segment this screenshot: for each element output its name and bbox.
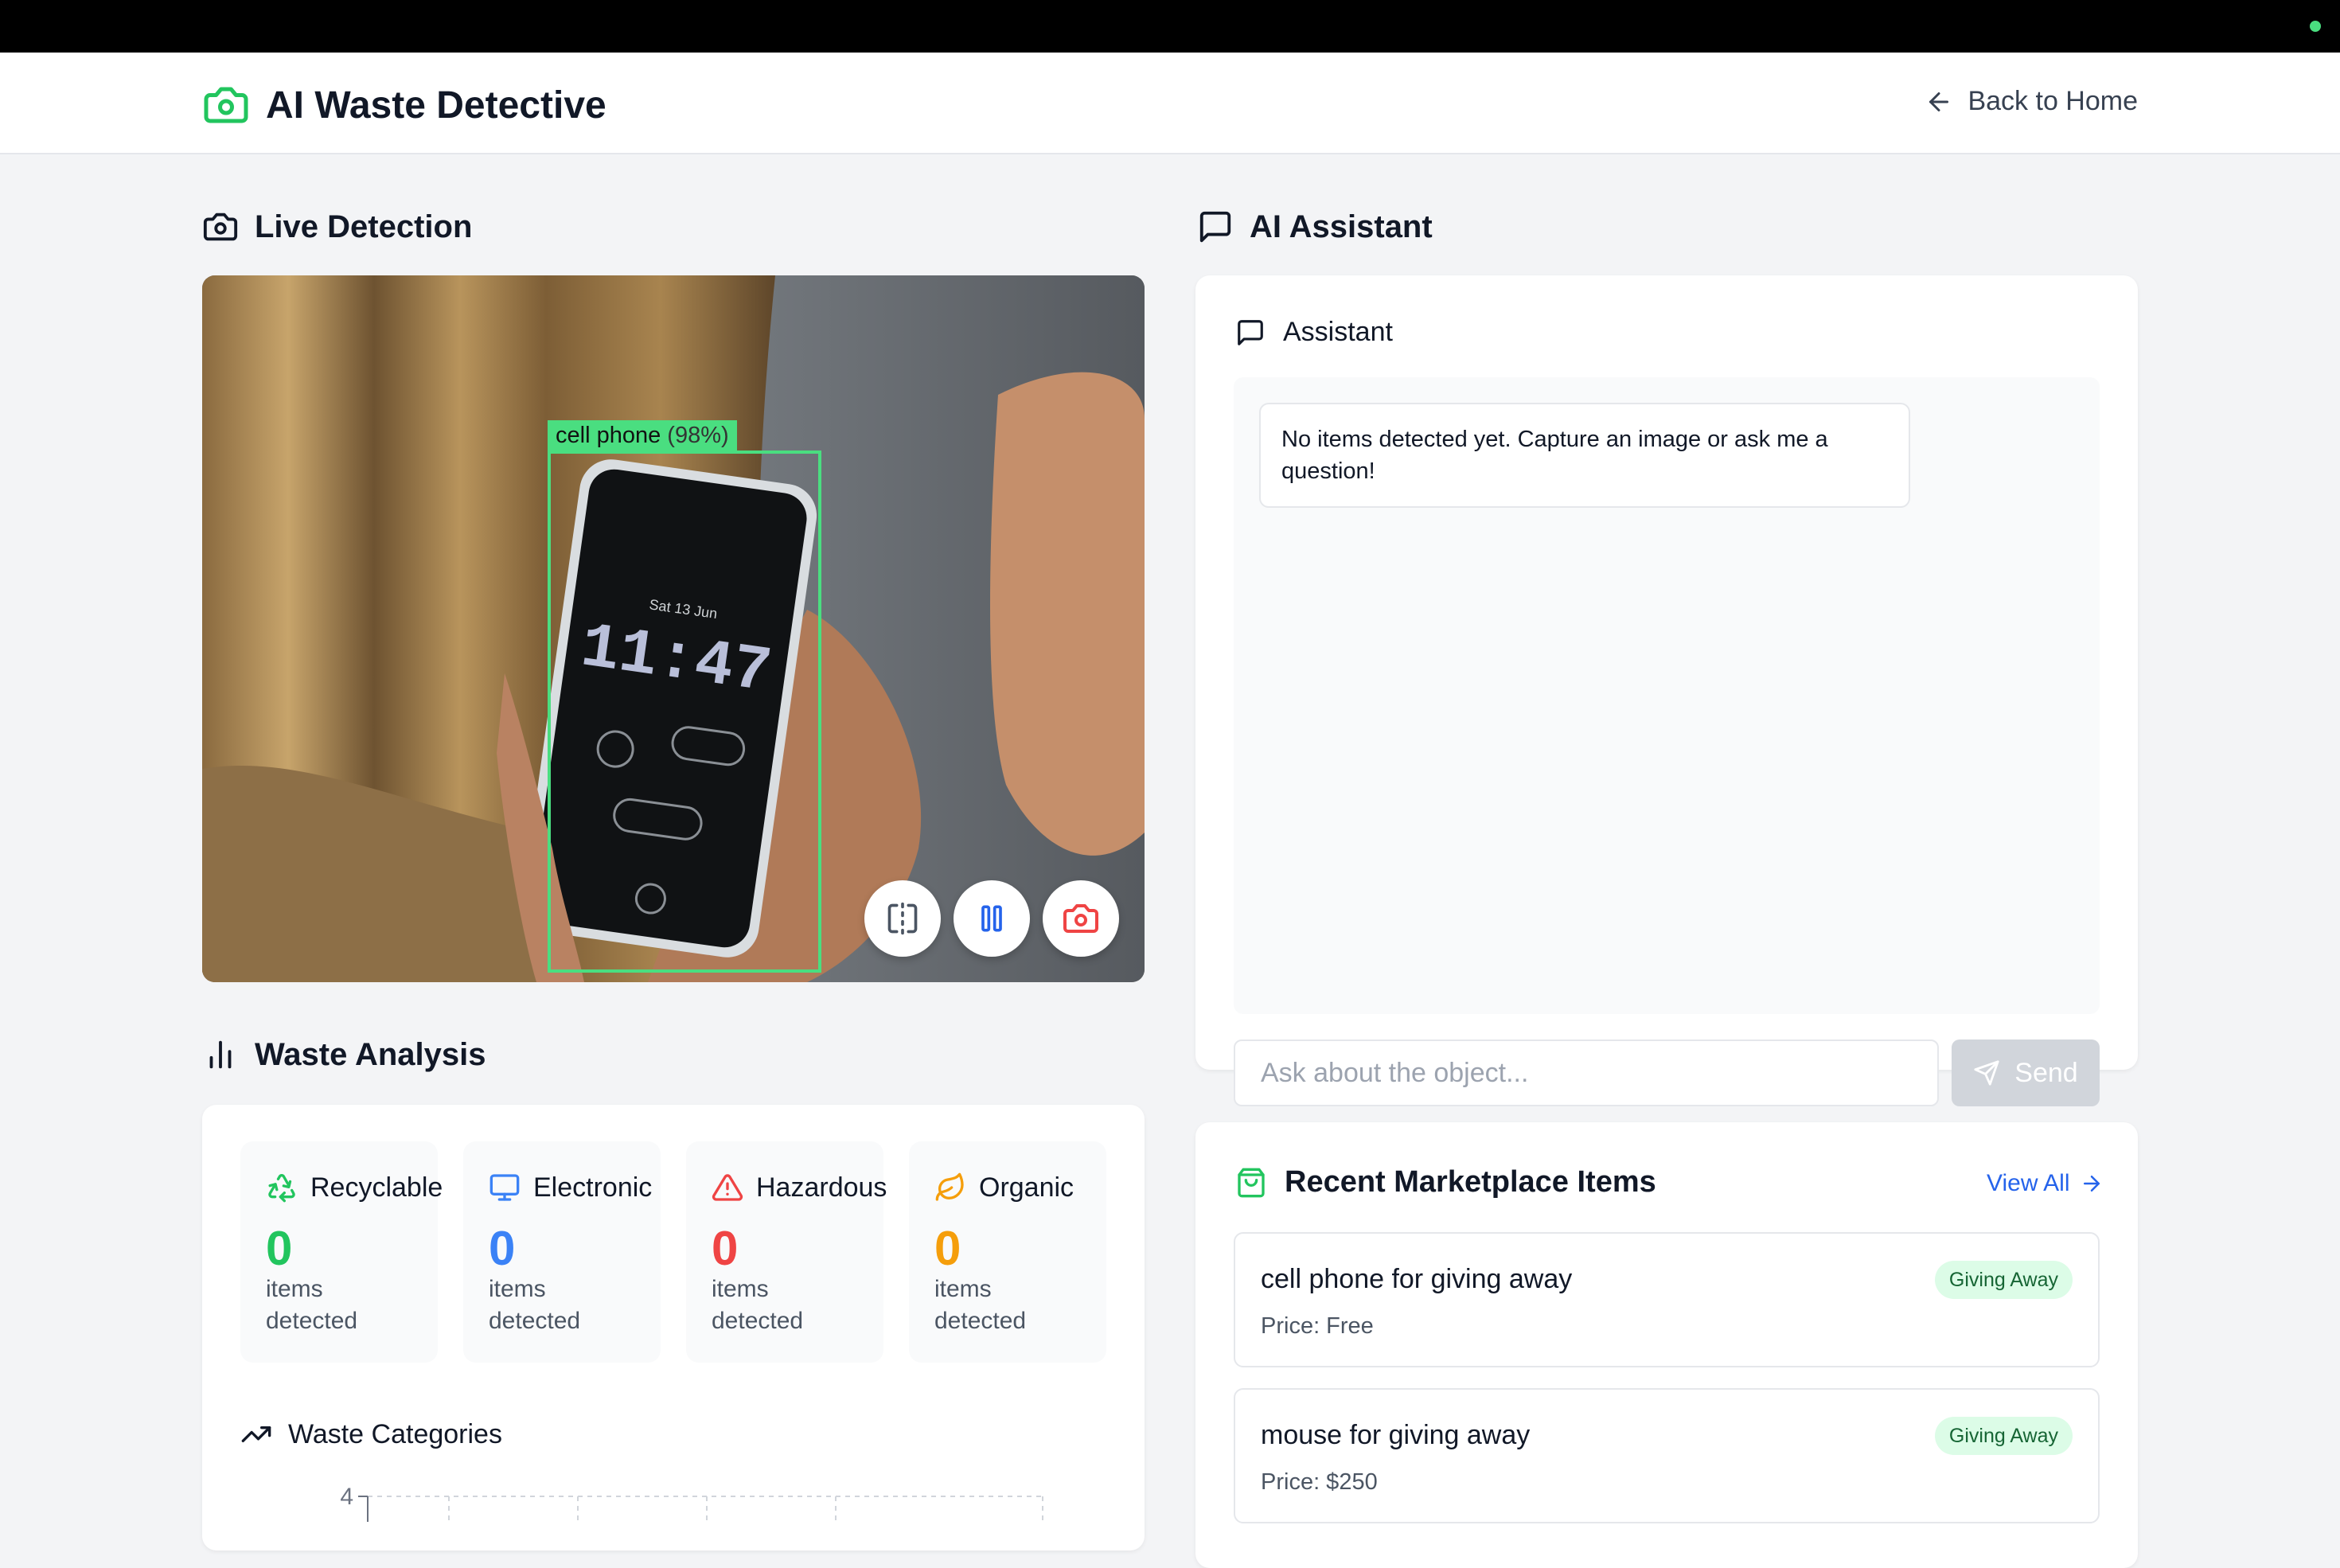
stat-count: 0 (489, 1222, 516, 1275)
app-title: AI Waste Detective (266, 84, 606, 127)
leaf-icon (935, 1172, 964, 1201)
item-name: cell phone for giving away (1261, 1264, 1573, 1294)
stat-label: Recyclable (310, 1172, 443, 1203)
marketplace-heading: Recent Marketplace Items (1235, 1165, 1656, 1199)
assistant-card-title: Assistant (1283, 317, 1393, 347)
stat-organic: Organic 0 items detected (909, 1141, 1106, 1363)
stat-header: Recyclable (266, 1172, 443, 1203)
view-all-label: View All (1987, 1170, 2070, 1196)
camera-icon (204, 87, 248, 123)
stat-count: 0 (712, 1222, 739, 1275)
recycle-icon (268, 1174, 295, 1203)
chart-gridlines (368, 1496, 1043, 1522)
chat-messages[interactable]: No items detected yet. Capture an image … (1234, 377, 2100, 1014)
chart-y-ticks: 4 (340, 1484, 368, 1510)
message-square-icon (1199, 211, 1231, 243)
assistant-message: No items detected yet. Capture an image … (1259, 403, 1910, 508)
stat-header: Organic (934, 1172, 1074, 1203)
monitor-icon (489, 1174, 520, 1201)
stat-label: Organic (979, 1172, 1074, 1203)
ai-assistant-title: AI Assistant (1250, 209, 1433, 244)
camera-feed[interactable]: Sat 13 Jun 11:47 cell phone (98%) (202, 275, 1145, 982)
stat-header: Electronic (489, 1172, 652, 1203)
arrow-right-icon (2083, 1176, 2100, 1192)
live-detection-title: Live Detection (255, 209, 473, 244)
detection-class: cell phone (556, 423, 661, 448)
ai-assistant-heading: AI Assistant (1197, 209, 1433, 245)
flip-horizontal-icon (887, 902, 918, 935)
chart-y-tick-label: 4 (340, 1484, 353, 1510)
item-price: Price: $250 (1261, 1469, 1378, 1495)
stat-caption: items detected (489, 1276, 581, 1334)
camera-icon (203, 213, 238, 241)
chat-input[interactable] (1234, 1039, 1939, 1106)
status-indicator-dot (2310, 21, 2321, 32)
capture-button[interactable] (1043, 880, 1119, 957)
back-to-home-label: Back to Home (1968, 86, 2138, 116)
waste-analysis-heading: Waste Analysis (202, 1036, 486, 1073)
brand: AI Waste Detective (202, 81, 606, 129)
marketplace-item[interactable]: cell phone for giving away Price: Free G… (1234, 1232, 2100, 1367)
warning-triangle-icon (712, 1174, 743, 1201)
flip-camera-button[interactable] (864, 880, 941, 957)
send-icon (1974, 1060, 1999, 1086)
stat-caption: items detected (266, 1276, 358, 1334)
stat-label: Electronic (533, 1172, 653, 1203)
stat-label: Hazardous (756, 1172, 887, 1203)
send-label: Send (2014, 1057, 2078, 1088)
stat-count: 0 (266, 1222, 293, 1275)
arrow-left-icon (1929, 92, 1949, 111)
stat-count: 0 (934, 1222, 961, 1275)
item-price: Price: Free (1261, 1313, 1374, 1339)
app-header: AI Waste Detective Back to Home (0, 53, 2340, 154)
back-to-home-link[interactable]: Back to Home (1925, 86, 2138, 117)
assistant-card-header: Assistant (1235, 317, 1393, 348)
waste-categories-chart: 4 (340, 1484, 1043, 1522)
shopping-bag-icon (1238, 1168, 1265, 1197)
trending-up-icon (241, 1426, 271, 1442)
camera-icon (1063, 904, 1098, 933)
stat-electronic: Electronic 0 items detected (463, 1141, 661, 1363)
marketplace-item[interactable]: mouse for giving away Price: $250 Giving… (1234, 1388, 2100, 1523)
message-square-icon (1238, 319, 1263, 345)
view-all-link[interactable]: View All (1987, 1170, 2104, 1197)
item-name: mouse for giving away (1261, 1420, 1531, 1450)
detection-label: cell phone (98%) (548, 420, 737, 451)
detection-confidence: (98%) (667, 423, 729, 448)
stat-caption: items detected (934, 1276, 1027, 1334)
waste-analysis-title: Waste Analysis (255, 1036, 486, 1072)
live-detection-heading: Live Detection (202, 209, 472, 245)
bar-chart-icon (209, 1040, 232, 1069)
pause-icon (981, 905, 1002, 932)
waste-categories-title: Waste Categories (288, 1418, 502, 1449)
status-badge: Giving Away (1934, 1261, 2073, 1299)
status-badge: Giving Away (1934, 1417, 2073, 1455)
send-button[interactable]: Send (1952, 1039, 2100, 1106)
system-top-bar (0, 0, 2340, 53)
stat-caption: items detected (712, 1276, 804, 1334)
stat-header: Hazardous (712, 1172, 887, 1203)
marketplace-title: Recent Marketplace Items (1285, 1165, 1656, 1199)
pause-button[interactable] (954, 880, 1030, 957)
waste-categories-heading: Waste Categories (240, 1418, 502, 1450)
detection-bounding-box (548, 451, 821, 973)
stat-hazardous: Hazardous 0 items detected (686, 1141, 887, 1363)
stat-recyclable: Recyclable 0 items detected (240, 1141, 443, 1363)
